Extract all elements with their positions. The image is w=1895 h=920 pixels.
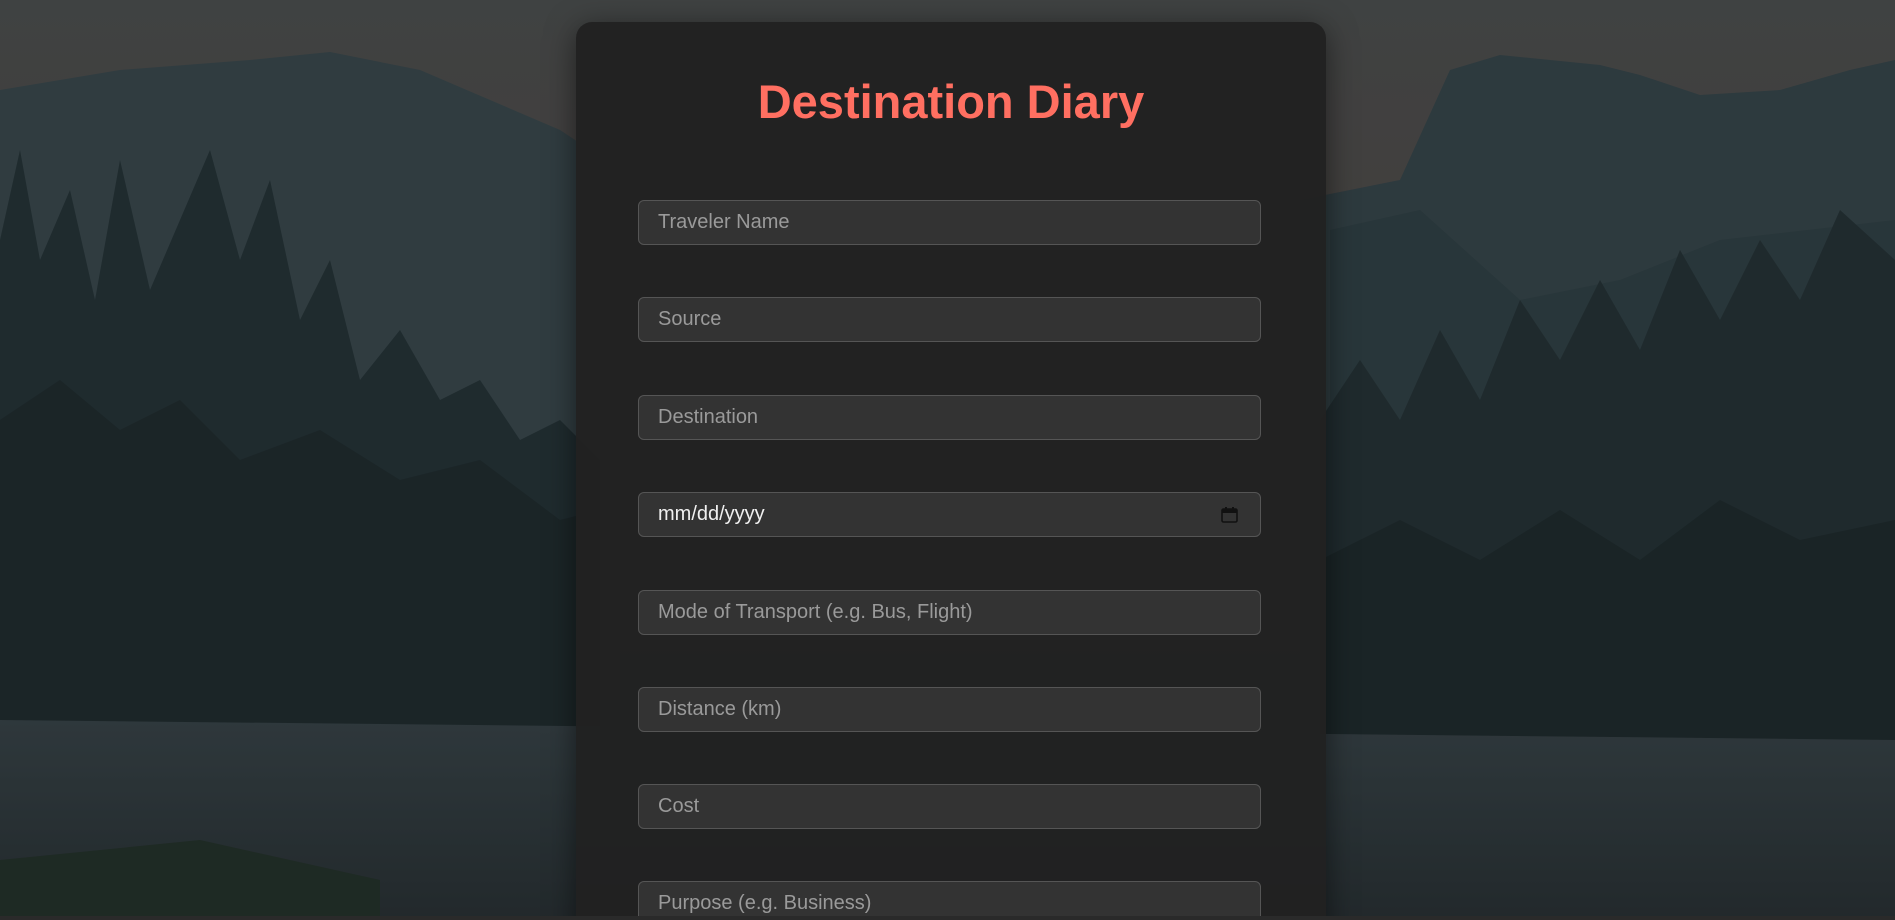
- destination-placeholder: Destination: [658, 406, 759, 428]
- diary-form-card: Destination Diary Traveler Name Source D…: [576, 22, 1326, 920]
- cost-placeholder: Cost: [658, 795, 700, 817]
- distance-placeholder: Distance (km): [658, 698, 782, 720]
- source-input[interactable]: Source: [638, 297, 1261, 342]
- page-title: Destination Diary: [757, 75, 1145, 128]
- purpose-input[interactable]: Purpose (e.g. Business): [638, 881, 1261, 920]
- traveler-name-input[interactable]: Traveler Name: [638, 200, 1261, 245]
- date-input[interactable]: mm/dd/yyyy: [638, 492, 1261, 537]
- transport-mode-input[interactable]: Mode of Transport (e.g. Bus, Flight): [638, 590, 1261, 635]
- purpose-placeholder: Purpose (e.g. Business): [658, 892, 872, 914]
- distance-input[interactable]: Distance (km): [638, 687, 1261, 732]
- date-placeholder: mm/dd/yyyy: [658, 503, 765, 525]
- cost-input[interactable]: Cost: [638, 784, 1261, 829]
- bottom-edge: [0, 916, 1895, 920]
- transport-mode-placeholder: Mode of Transport (e.g. Bus, Flight): [658, 601, 973, 623]
- source-placeholder: Source: [658, 308, 722, 330]
- calendar-icon[interactable]: [1221, 507, 1238, 523]
- traveler-name-placeholder: Traveler Name: [658, 211, 790, 233]
- destination-input[interactable]: Destination: [638, 395, 1261, 440]
